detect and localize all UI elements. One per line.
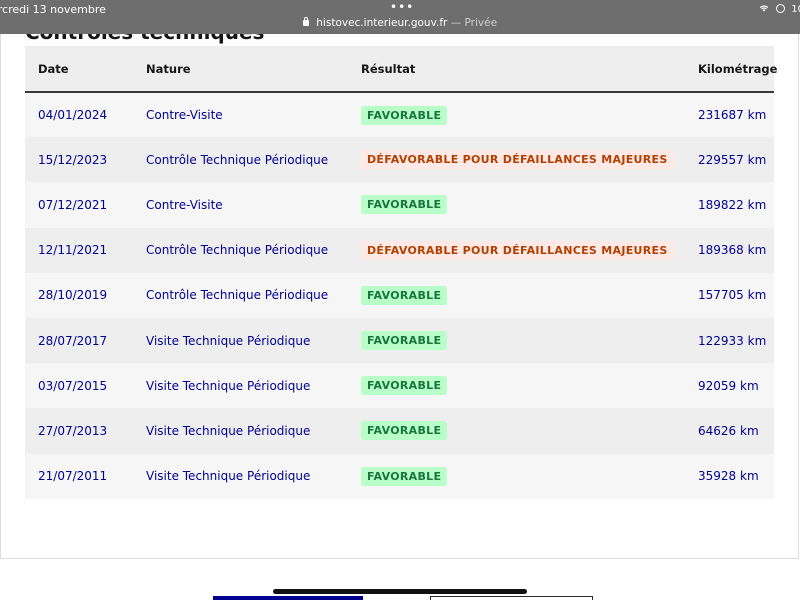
cell-mileage: 229557 km	[698, 152, 767, 167]
cell-nature: Contrôle Technique Périodique	[146, 288, 329, 303]
cell-result: FAVORABLE	[361, 408, 698, 453]
cell-result: DÉFAVORABLE POUR DÉFAILLANCES MAJEURES	[361, 137, 698, 182]
cell-result: FAVORABLE	[361, 182, 698, 227]
cell-result: FAVORABLE	[361, 273, 698, 318]
status-badge-defavorable: DÉFAVORABLE POUR DÉFAILLANCES MAJEURES	[361, 240, 674, 260]
cell-mileage: 122933 km	[698, 333, 767, 348]
column-header-result: Résultat	[361, 46, 698, 93]
wifi-icon	[759, 4, 769, 12]
home-indicator[interactable]	[273, 589, 527, 594]
cell-mileage: 157705 km	[698, 288, 767, 303]
table-row: 03/07/2015 Visite Technique Périodique FAV…	[25, 363, 774, 409]
cell-mileage: 35928 km	[698, 469, 759, 484]
cell-nature: Visite Technique Périodique	[146, 469, 311, 484]
status-badge-defavorable: DÉFAVORABLE POUR DÉFAILLANCES MAJEURES	[361, 150, 674, 170]
cell-nature: Visite Technique Périodique	[146, 423, 311, 438]
cell-nature: Visite Technique Périodique	[146, 378, 311, 393]
technical-inspections-table: Date Nature Résultat Kilométrage 04/01/2…	[25, 46, 777, 499]
cell-date: 04/01/2024	[38, 108, 108, 123]
cell-mileage: 189368 km	[698, 243, 767, 258]
table-row: 07/12/2021 Contre-Visite FAVORABLE 189822 k…	[25, 182, 774, 228]
cell-date: 28/10/2019	[38, 288, 108, 303]
status-badge-favorable: FAVORABLE	[361, 421, 448, 441]
table-row: 28/07/2017 Visite Technique Périodique FAV…	[25, 317, 774, 364]
status-date: ercredi 13 novembre	[0, 3, 106, 16]
status-right: 10	[759, 3, 800, 15]
column-header-date: Date	[25, 46, 146, 93]
cell-mileage: 231687 km	[698, 108, 767, 123]
table-row: 04/01/2024 Contre-Visite FAVORABLE 231687 k…	[25, 92, 774, 138]
address-bar[interactable]: histovec.interieur.gouv.fr — Privée	[0, 17, 800, 29]
table-row: 27/07/2013 Visite Technique Périodique FAV…	[25, 408, 774, 454]
column-header-mileage: Kilométrage	[698, 46, 777, 93]
cell-date: 21/07/2011	[38, 469, 108, 484]
lock-icon	[302, 17, 309, 26]
cell-nature: Contrôle Technique Périodique	[146, 152, 329, 167]
cell-date: 27/07/2013	[38, 423, 108, 438]
cell-result: FAVORABLE	[361, 454, 698, 499]
status-badge-favorable: FAVORABLE	[361, 466, 448, 486]
address-url: histovec.interieur.gouv.fr	[316, 17, 448, 29]
private-label: — Privée	[450, 17, 498, 29]
footer-block-right	[430, 596, 593, 600]
browser-status-bar: ercredi 13 novembre ••• histovec.interie…	[0, 0, 800, 34]
technical-inspections-table-wrapper: Date Nature Résultat Kilométrage 04/01/2…	[25, 46, 777, 499]
cell-date: 15/12/2023	[38, 152, 108, 167]
cell-nature: Contre-Visite	[146, 197, 223, 212]
cell-mileage: 64626 km	[698, 423, 759, 438]
status-badge-favorable: FAVORABLE	[361, 285, 448, 305]
orientation-lock-icon	[776, 4, 786, 13]
table-row: 12/11/2021 Contrôle Technique Périodique D…	[25, 227, 774, 273]
table-row: 15/12/2023 Contrôle Technique Périodique D…	[25, 137, 774, 183]
cell-result: FAVORABLE	[361, 92, 698, 137]
cell-result: FAVORABLE	[361, 363, 698, 408]
table-row: 21/07/2011 Visite Technique Périodique FAV…	[25, 453, 774, 499]
column-header-nature: Nature	[146, 46, 361, 93]
footer-block-left	[213, 596, 363, 600]
cell-nature: Contrôle Technique Périodique	[146, 243, 329, 258]
cell-mileage: 189822 km	[698, 197, 767, 212]
cell-date: 12/11/2021	[38, 243, 108, 258]
cell-date: 07/12/2021	[38, 197, 108, 212]
table-header-row: Date Nature Résultat Kilométrage	[25, 46, 777, 93]
cell-result: DÉFAVORABLE POUR DÉFAILLANCES MAJEURES	[361, 228, 698, 273]
cell-mileage: 92059 km	[698, 378, 759, 393]
status-badge-favorable: FAVORABLE	[361, 105, 448, 125]
status-badge-favorable: FAVORABLE	[361, 376, 448, 396]
cell-nature: Contre-Visite	[146, 108, 223, 123]
cell-nature: Visite Technique Périodique	[146, 333, 311, 348]
battery-level: 10	[791, 4, 800, 15]
tab-options-icon[interactable]: •••	[390, 0, 414, 14]
cell-result: FAVORABLE	[361, 318, 698, 363]
cell-date: 03/07/2015	[38, 378, 108, 393]
table-row: 28/10/2019 Contrôle Technique Périodique F…	[25, 272, 774, 318]
status-badge-favorable: FAVORABLE	[361, 331, 448, 351]
cell-date: 28/07/2017	[38, 333, 108, 348]
status-badge-favorable: FAVORABLE	[361, 195, 448, 215]
